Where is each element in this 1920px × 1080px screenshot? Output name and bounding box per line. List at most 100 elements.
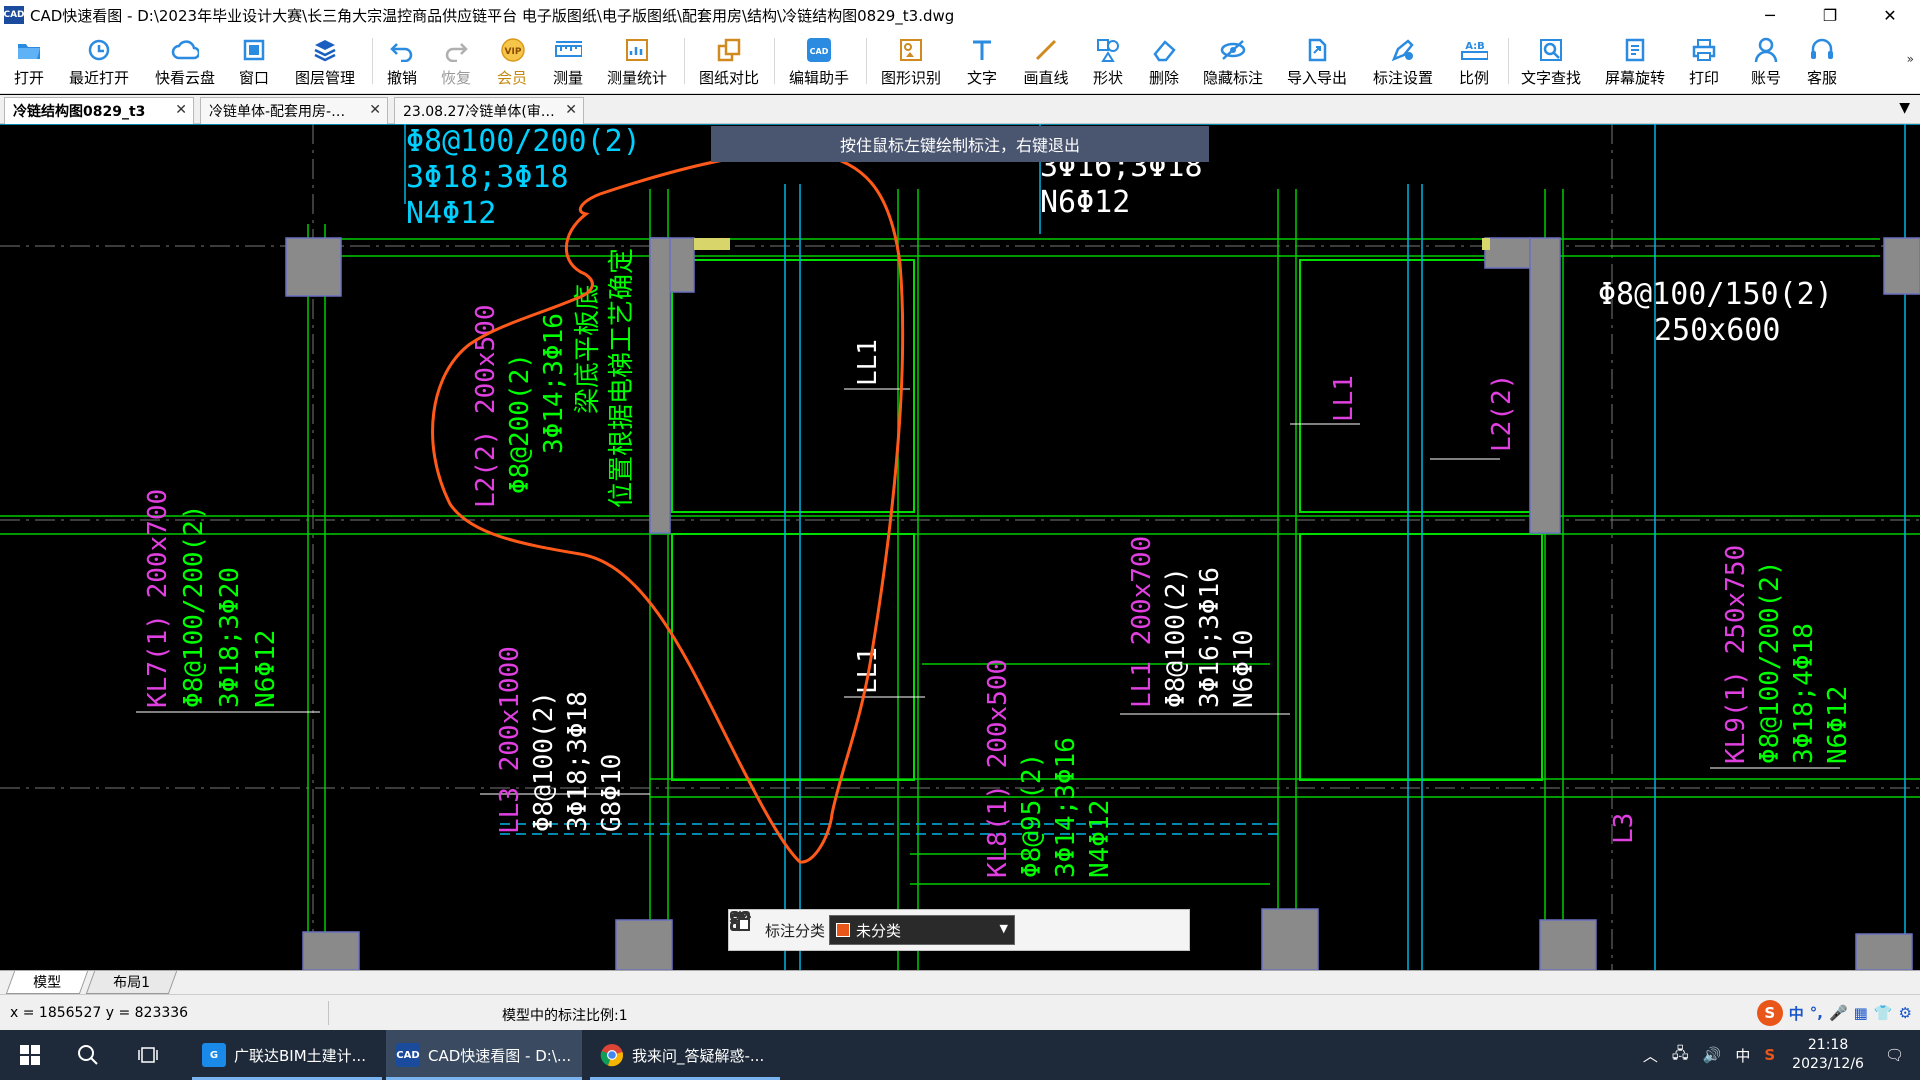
main-toolbar: 打开 最近打开 快看云盘 窗口 图层管理 撤销 恢复 VIP 会员 测量 测量统… [0, 30, 1920, 94]
minimize-button[interactable]: ─ [1740, 0, 1800, 30]
windows-taskbar: G 广联达BIM土建计... CAD CAD快速看图 - D:\... 我来问_… [0, 1030, 1920, 1080]
user-icon [1752, 36, 1780, 64]
screen-rotate-icon [1621, 36, 1649, 64]
annotation-settings-button[interactable]: 标注设置 [1370, 30, 1436, 94]
measure-stats-button[interactable]: 测量统计 [602, 30, 672, 94]
print-button[interactable]: 打印 [1684, 30, 1724, 94]
edit-assistant-icon: CAD [805, 36, 833, 64]
import-export-button[interactable]: 导入导出 [1284, 30, 1350, 94]
cad-text: Φ8@100(2) [1161, 567, 1191, 708]
task-view-icon[interactable] [124, 1030, 172, 1080]
tab-label: 冷链单体-配套用房-… [209, 104, 346, 120]
sogou-tray-icon[interactable]: S [1764, 1046, 1775, 1064]
skin-icon[interactable]: 👕 [1874, 1004, 1893, 1022]
sogou-ime-icon[interactable]: S [1756, 1000, 1783, 1026]
cad-text: 3Φ18;3Φ18 [563, 691, 593, 832]
cad-text: 3Φ16;3Φ16 [1195, 567, 1225, 708]
shape-recognize-button[interactable]: 图形识别 [878, 30, 944, 94]
cursor-coordinates: x = 1856527 y = 823336 [10, 1005, 189, 1021]
glodon-app-icon: G [202, 1043, 226, 1067]
tab-cold-chain-review[interactable]: 23.08.27冷链单体(审… ✕ [394, 97, 584, 124]
account-button[interactable]: 账号 [1746, 30, 1786, 94]
cad-text: Φ8@100/200(2) [406, 124, 641, 159]
window-title: CAD快速看图 - D:\2023年毕业设计大赛\长三角大宗温控商品供应链平台 … [30, 6, 955, 25]
annotation-category-select[interactable]: 未分类 ▼ [829, 915, 1016, 945]
annotation-category-label: 标注分类 [765, 921, 826, 940]
recent-open-button[interactable]: 最近打开 [66, 30, 132, 94]
cad-text: LL1 [1329, 375, 1359, 422]
window-button[interactable]: 窗口 [234, 30, 274, 94]
move-annotation-button[interactable] [729, 910, 1091, 950]
beam-marker [694, 238, 730, 250]
scale-button[interactable]: A:B 比例 [1454, 30, 1494, 94]
cloud-drive-button[interactable]: 快看云盘 [150, 30, 220, 94]
beam-marker [1482, 238, 1490, 250]
restore-button[interactable]: ❐ [1800, 0, 1860, 30]
folder-open-icon [15, 36, 43, 64]
microphone-icon[interactable]: 🎤 [1829, 1004, 1848, 1022]
ime-settings-icon[interactable]: ⚙ [1899, 1004, 1912, 1022]
delete-button[interactable]: 删除 [1144, 30, 1184, 94]
drawing-compare-button[interactable]: 图纸对比 [696, 30, 762, 94]
customer-service-button[interactable]: 客服 [1802, 30, 1842, 94]
cad-text: 位置根据电梯工艺确定 [607, 248, 637, 508]
window-icon [240, 36, 268, 64]
draw-line-button[interactable]: 画直线 [1018, 30, 1074, 94]
close-icon[interactable]: ✕ [175, 102, 187, 118]
cad-text: Φ8@100/150(2) [1598, 277, 1833, 312]
cad-text: LL3 200x1000 [495, 646, 525, 834]
cad-text: G8Φ10 [597, 754, 627, 832]
screen-rotate-button[interactable]: 屏幕旋转 [1602, 30, 1668, 94]
clock[interactable]: 21:18 2023/12/6 [1792, 1036, 1864, 1074]
close-icon[interactable]: ✕ [565, 102, 577, 118]
vip-button[interactable]: VIP 会员 [492, 30, 532, 94]
copy-annotation-button[interactable] [731, 910, 1129, 950]
search-icon[interactable] [64, 1030, 112, 1080]
tab-structure-drawing[interactable]: 冷链结构图0829_t3 ✕ [4, 97, 194, 124]
chevron-up-icon[interactable]: ︿ [1643, 1045, 1658, 1066]
volume-icon[interactable]: 🔊 [1703, 1046, 1722, 1064]
network-icon[interactable]: 🖧 [1672, 1043, 1689, 1068]
shape-tool-button[interactable]: 形状 [1088, 30, 1128, 94]
text-tool-button[interactable]: 文字 [962, 30, 1002, 94]
cad-text: Φ8@100/200(2) [179, 505, 209, 709]
edit-annotation-button[interactable] [731, 910, 1053, 950]
system-tray: ︿ 🖧 🔊 中 S 21:18 2023/12/6 🗨 [1636, 1030, 1920, 1080]
paste-annotation-button[interactable] [731, 910, 1167, 950]
tab-layout1[interactable]: 布局1 [85, 971, 178, 994]
tab-list-dropdown[interactable]: ▼ [1899, 100, 1910, 116]
drawing-canvas[interactable]: Φ8@100/200(2) 3Φ18;3Φ18 N4Φ12 3Φ16;3Φ18 … [0, 124, 1920, 970]
tab-model[interactable]: 模型 [5, 971, 89, 994]
measure-button[interactable]: 测量 [548, 30, 588, 94]
toolbar-overflow-button[interactable]: » [1907, 52, 1914, 66]
notification-icon[interactable]: 🗨 [1885, 1046, 1904, 1064]
layer-manager-button[interactable]: 图层管理 [292, 30, 358, 94]
edit-assistant-button[interactable]: CAD 编辑助手 [786, 30, 852, 94]
text-search-icon [1537, 36, 1565, 64]
ime-language-toggle[interactable]: 中 [1789, 1003, 1804, 1024]
drawing-hint-banner: 按住鼠标左键绘制标注，右键退出 [711, 126, 1209, 162]
text-search-button[interactable]: 文字查找 [1518, 30, 1584, 94]
chevron-down-icon: ▼ [999, 922, 1009, 935]
close-button[interactable]: ✕ [1860, 0, 1920, 30]
windows-start-icon[interactable] [6, 1030, 54, 1080]
hide-annotation-button[interactable]: 隐藏标注 [1200, 30, 1266, 94]
layers-icon [311, 36, 339, 64]
app-logo-icon: CAD [3, 6, 25, 24]
cad-text: L3 [1609, 813, 1639, 844]
cad-text: 3Φ18;3Φ20 [215, 567, 245, 708]
undo-button[interactable]: 撤销 [382, 30, 422, 94]
keyboard-icon[interactable]: ▦ [1854, 1004, 1868, 1022]
close-icon[interactable]: ✕ [369, 102, 381, 118]
annotation-scale-text: 模型中的标注比例:1 [502, 1008, 628, 1024]
cad-text: Φ8@100(2) [529, 691, 559, 832]
redo-button[interactable]: 恢复 [436, 30, 476, 94]
taskbar-app-chrome[interactable]: 我来问_答疑解惑-... [590, 1030, 780, 1080]
ime-punctuation-toggle[interactable]: °, [1810, 1004, 1823, 1022]
tab-support-building[interactable]: 冷链单体-配套用房-… ✕ [200, 97, 388, 124]
taskbar-app-cad-viewer[interactable]: CAD CAD快速看图 - D:\... [386, 1030, 582, 1080]
taskbar-app-glodon[interactable]: G 广联达BIM土建计... [192, 1030, 382, 1080]
open-button[interactable]: 打开 [6, 30, 52, 94]
eraser-icon [1150, 36, 1178, 64]
ime-indicator[interactable]: 中 [1735, 1045, 1750, 1066]
